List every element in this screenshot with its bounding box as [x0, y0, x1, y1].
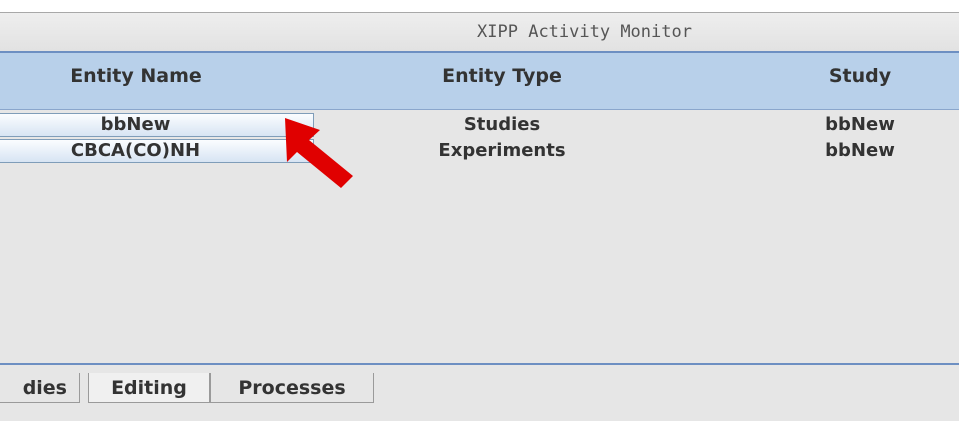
tab-editing[interactable]: Editing — [88, 373, 210, 403]
tab-studies[interactable]: dies — [0, 373, 80, 403]
table-row[interactable]: CBCA(CO)NH Experiments bbNew — [0, 138, 959, 164]
window-title: XIPP Activity Monitor — [477, 22, 692, 42]
column-header-entity-type[interactable]: Entity Type — [352, 53, 652, 109]
entity-type-cell: Experiments — [438, 140, 566, 161]
arrow-shape — [285, 118, 353, 188]
entity-type-cell: Studies — [463, 114, 541, 135]
entity-name-button[interactable]: CBCA(CO)NH — [0, 139, 314, 163]
table-row[interactable]: bbNew Studies bbNew — [0, 112, 959, 138]
study-cell: bbNew — [825, 114, 895, 135]
tab-bar: dies Editing Processes — [0, 365, 959, 421]
activity-monitor-window: XIPP Activity Monitor Entity Name Entity… — [0, 12, 959, 421]
column-header-entity-name[interactable]: Entity Name — [0, 53, 272, 109]
column-header-study[interactable]: Study — [780, 53, 940, 109]
study-cell: bbNew — [825, 140, 895, 161]
red-arrow-icon — [285, 118, 353, 188]
table-header: Entity Name Entity Type Study — [0, 53, 959, 110]
table-body: bbNew Studies bbNew CBCA(CO)NH Experimen… — [0, 110, 959, 363]
entity-name-button[interactable]: bbNew — [0, 113, 314, 137]
title-bar[interactable]: XIPP Activity Monitor — [0, 13, 959, 53]
tab-processes[interactable]: Processes — [210, 373, 374, 403]
